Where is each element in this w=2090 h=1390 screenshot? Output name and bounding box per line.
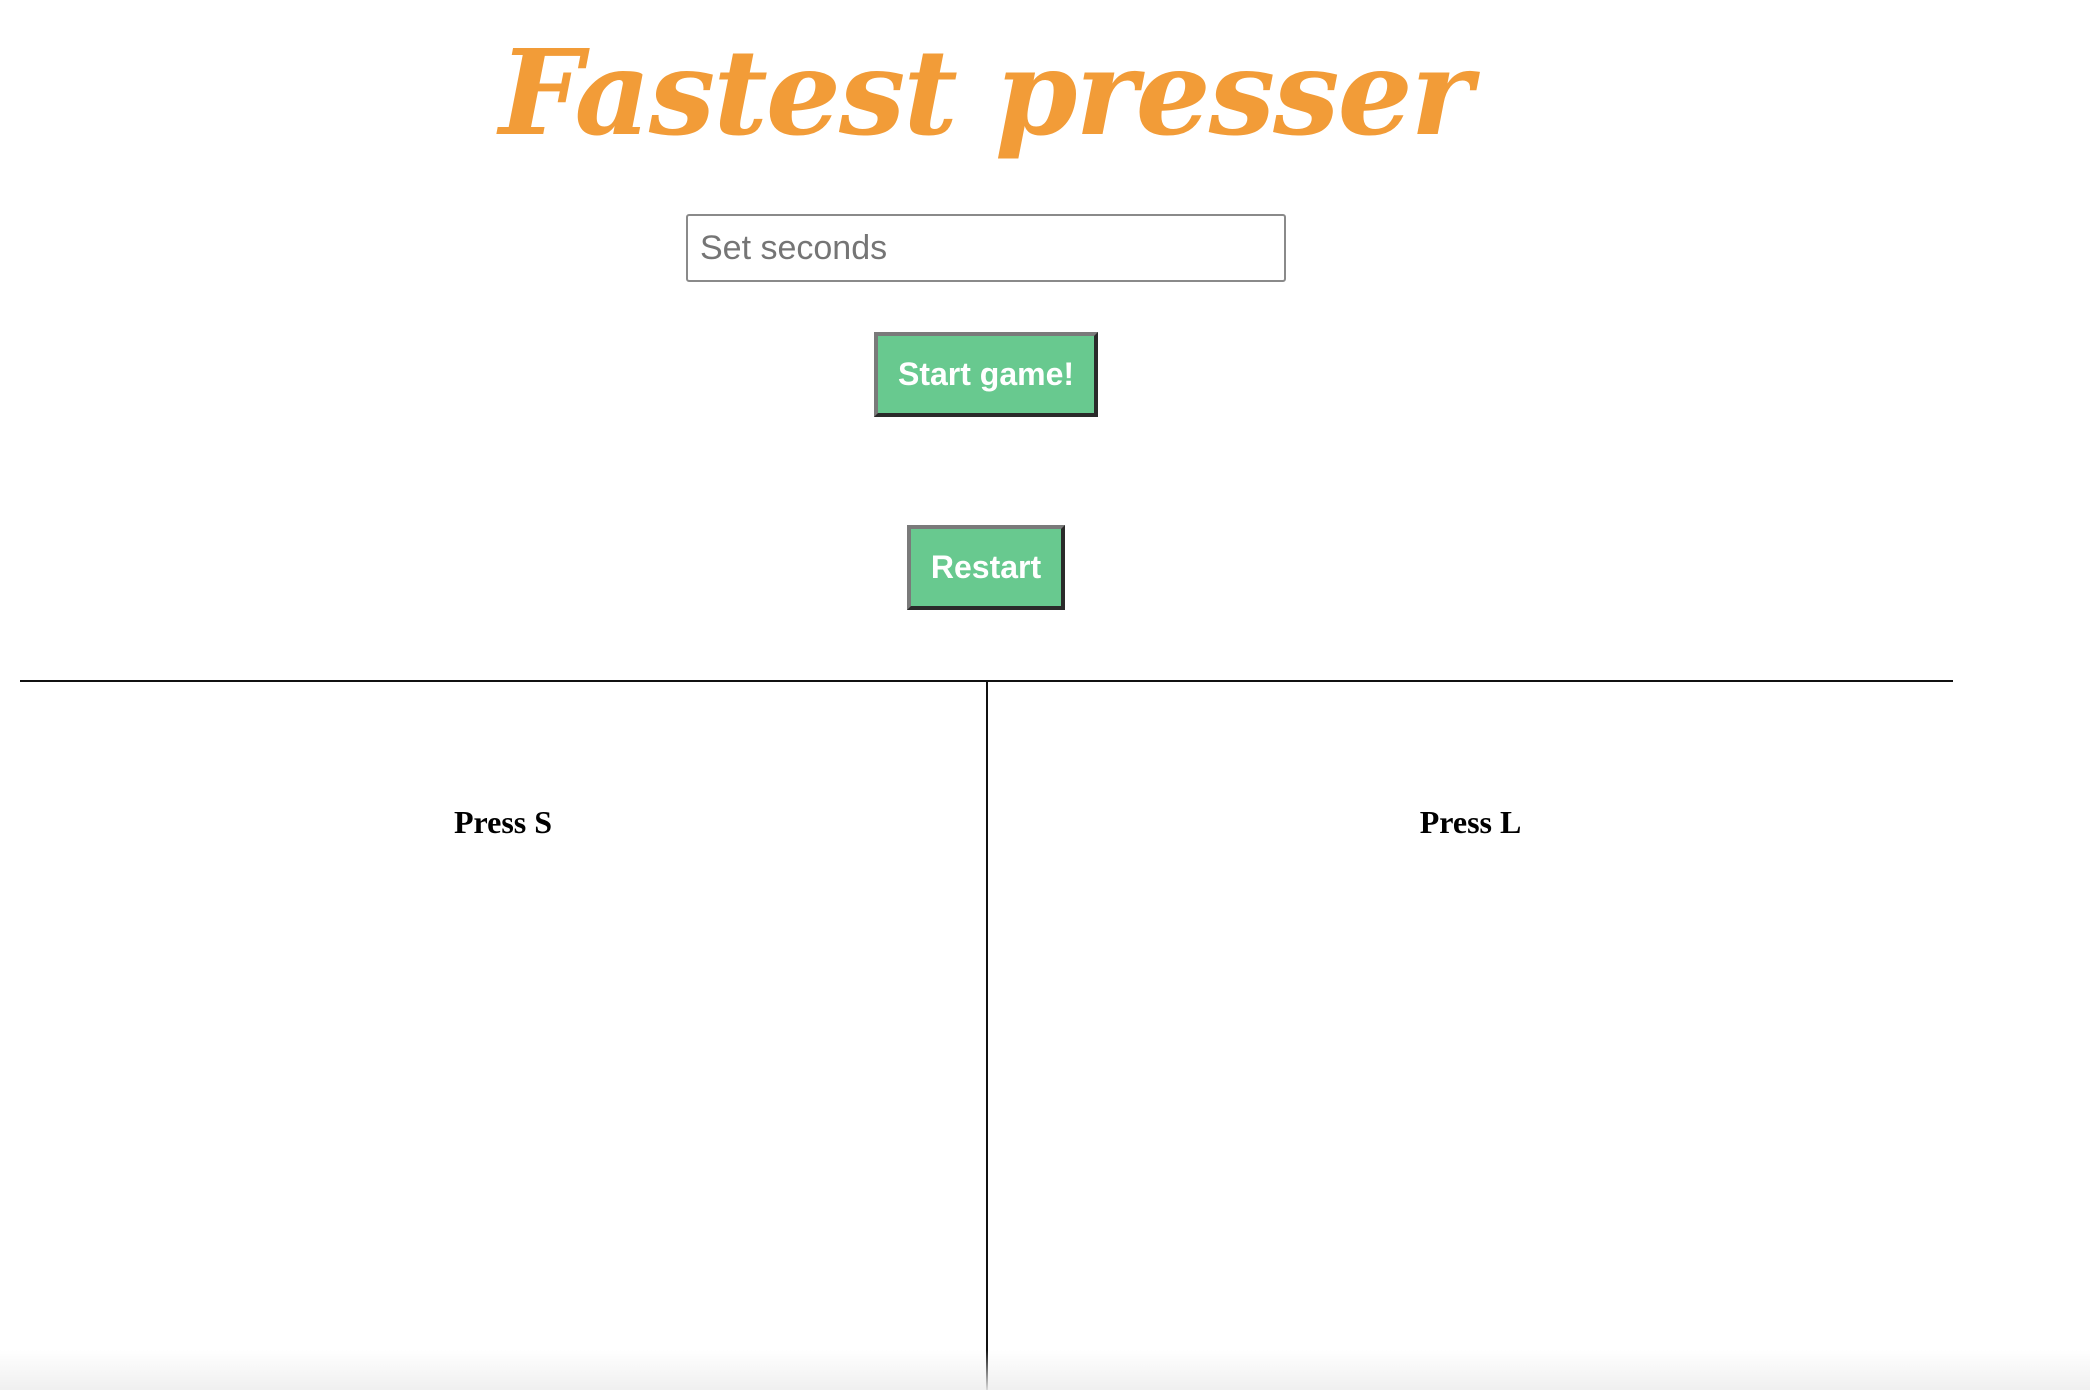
player-panel-right[interactable]: Press L (988, 682, 1953, 1390)
player-left-label: Press S (453, 804, 553, 840)
player-panel-left[interactable]: Press S (20, 682, 988, 1390)
player-right-label: Press L (1419, 804, 1522, 840)
start-game-button[interactable]: Start game! (874, 332, 1098, 417)
restart-button[interactable]: Restart (907, 525, 1065, 610)
seconds-input[interactable] (686, 214, 1286, 282)
game-title: Fastest presser (499, 23, 1473, 162)
